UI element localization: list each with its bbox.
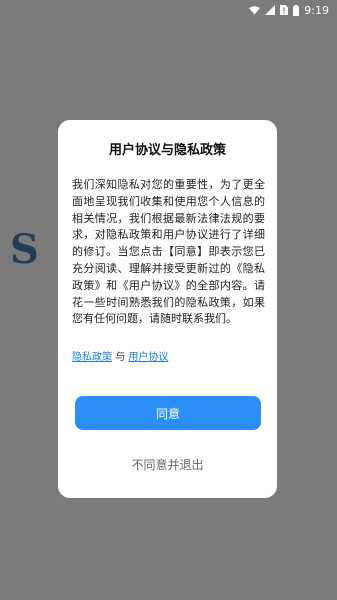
status-bar: 9:19 [0,0,337,20]
policy-links: 隐私政策 与 用户协议 [72,351,168,365]
status-time: 9:19 [304,3,329,17]
battery-icon [293,4,300,16]
dialog-body-text: 我们深知隐私对您的重要性，为了更全面地呈现我们收集和使用您个人信息的相关情况，我… [72,178,265,326]
agree-button[interactable]: 同意 [75,396,261,430]
link-separator: 与 [115,352,126,363]
wifi-icon [249,5,261,15]
dialog-title: 用户协议与隐私政策 [108,143,226,158]
disagree-exit-button[interactable]: 不同意并退出 [58,456,277,473]
privacy-dialog: 用户协议与隐私政策 我们深知隐私对您的重要性，为了更全面地呈现我们收集和使用您个… [58,120,277,498]
sim-alert-icon [280,5,289,15]
privacy-policy-link[interactable]: 隐私政策 [72,352,112,363]
signal-icon [265,5,276,15]
user-agreement-link[interactable]: 用户协议 [128,352,168,363]
